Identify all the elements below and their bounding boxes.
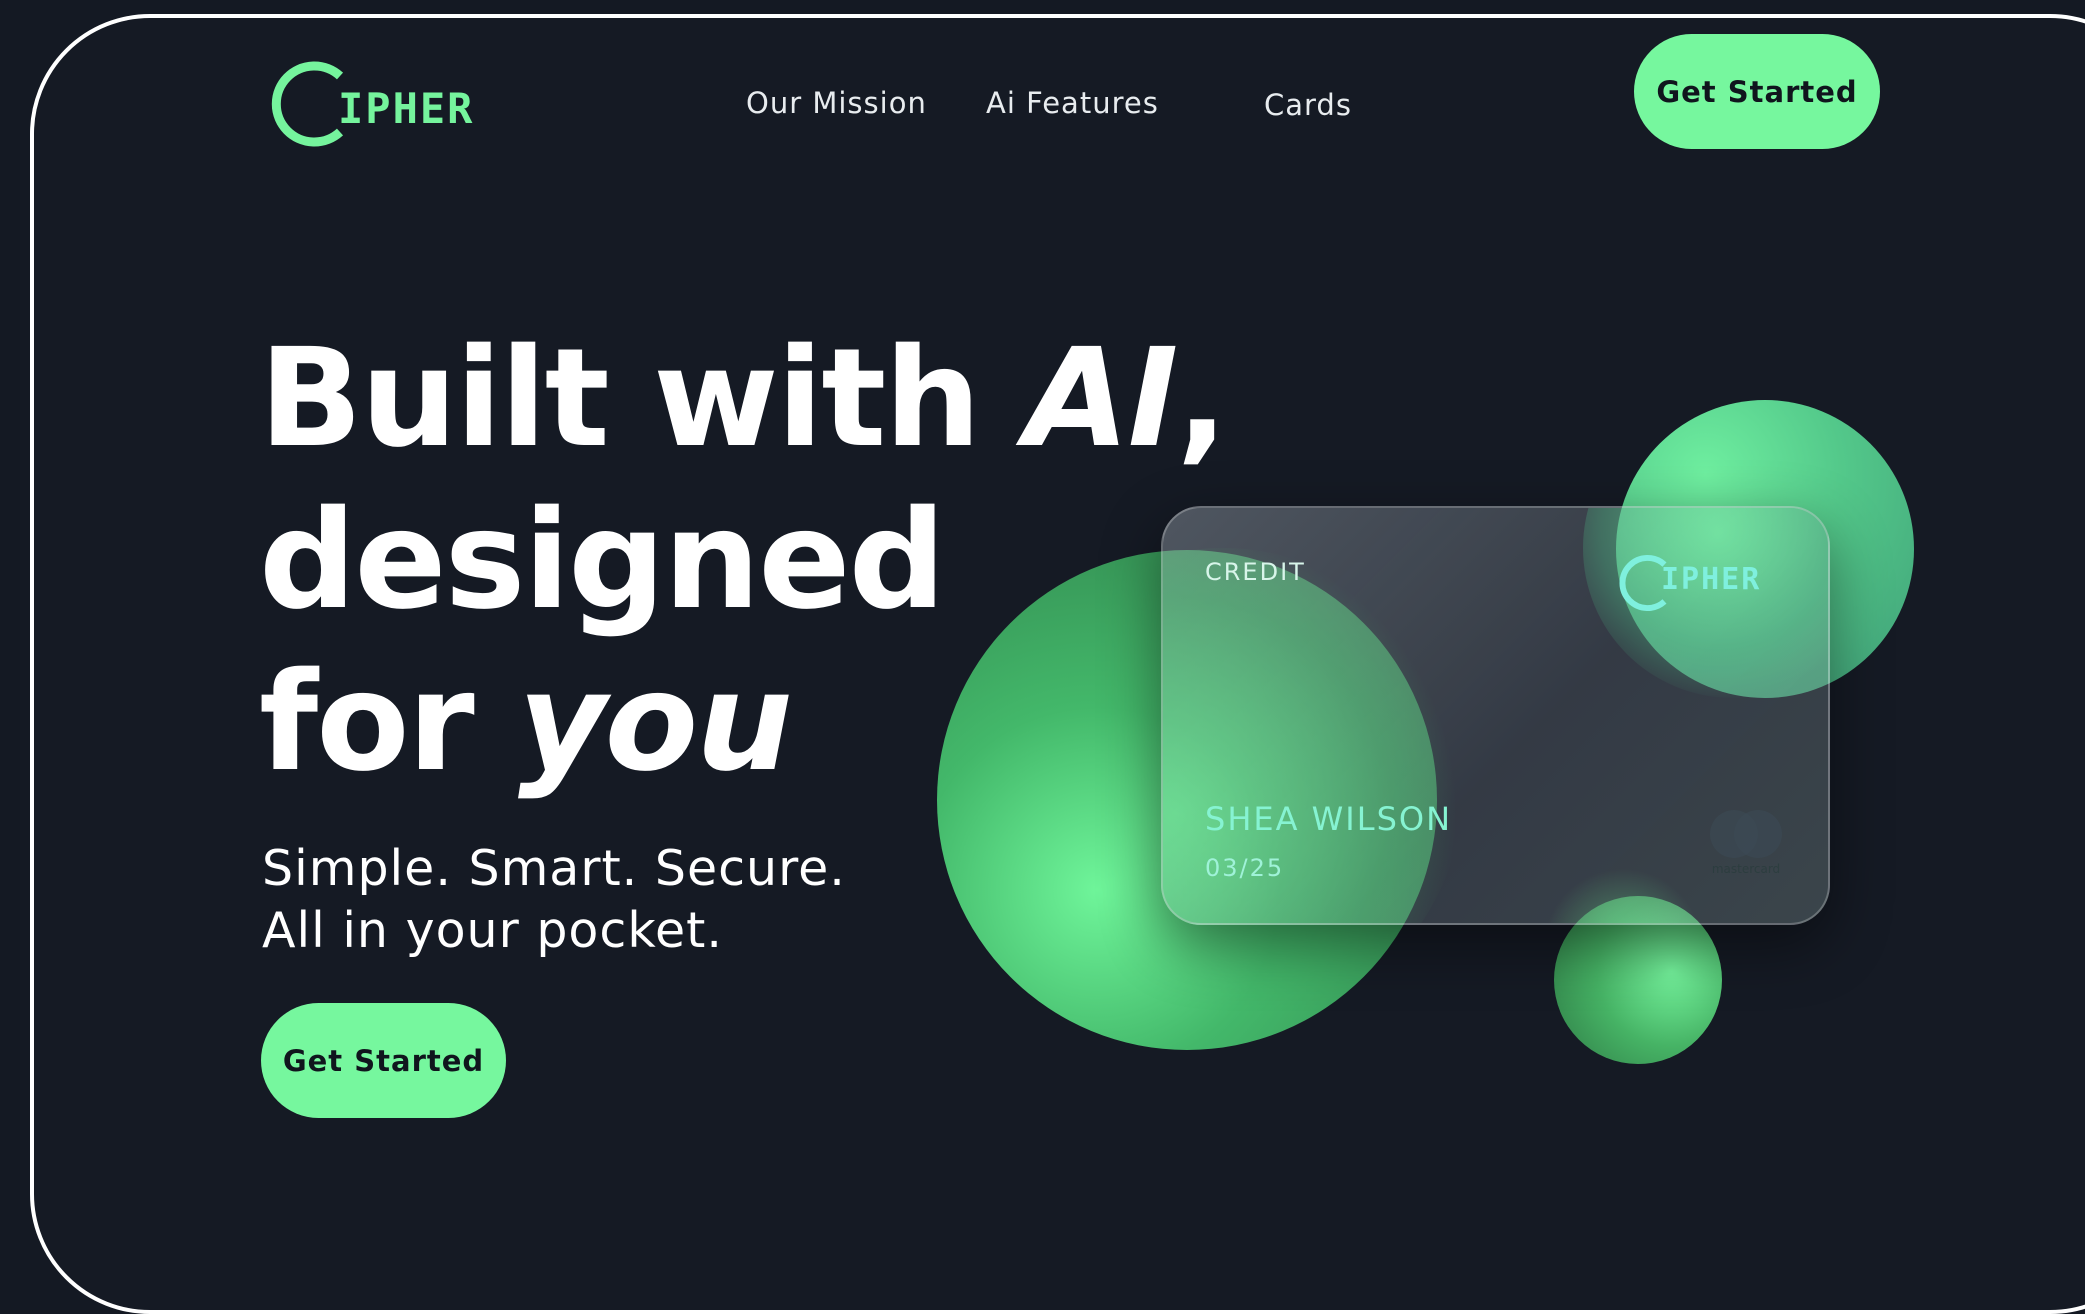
subheading-line-2: All in your pocket.: [262, 902, 723, 959]
subheading-line-1: Simple. Smart. Secure.: [262, 840, 846, 897]
header-get-started-button[interactable]: Get Started: [1634, 34, 1880, 149]
card-logo-text: IPHER: [1661, 562, 1762, 597]
headline-you-emphasis: you: [518, 644, 793, 802]
headline-text: Built with: [259, 320, 1025, 478]
card-cipher-logo: IPHER: [1613, 544, 1793, 624]
nav-our-mission[interactable]: Our Mission: [746, 86, 927, 120]
card-type-label: CREDIT: [1205, 558, 1306, 586]
cipher-logo[interactable]: IPHER: [262, 54, 492, 154]
credit-card-illustration: CREDIT IPHER SHEA WILSON 03/25 mastercar…: [1161, 506, 1830, 925]
headline-text: for: [259, 644, 519, 802]
mastercard-label: mastercard: [1711, 862, 1781, 876]
headline-comma: ,: [1176, 320, 1228, 478]
logo-text: IPHER: [338, 84, 475, 133]
mastercard-logo: mastercard: [1701, 808, 1791, 888]
headline-ai-emphasis: AI: [1024, 320, 1179, 478]
nav-ai-features[interactable]: Ai Features: [986, 86, 1159, 120]
hero-subheading: Simple. Smart. Secure. All in your pocke…: [262, 838, 846, 962]
card-expiry: 03/25: [1205, 854, 1285, 882]
nav-cards[interactable]: Cards: [1264, 88, 1352, 122]
mastercard-circles-icon: [1710, 810, 1782, 858]
card-glow: [1543, 868, 1703, 923]
headline-line-1: Built with AI,: [259, 318, 1228, 480]
page-frame: IPHER Our Mission Ai Features Cards Get …: [30, 14, 2085, 1314]
hero-get-started-button[interactable]: Get Started: [261, 1003, 506, 1118]
card-holder-name: SHEA WILSON: [1205, 800, 1452, 838]
